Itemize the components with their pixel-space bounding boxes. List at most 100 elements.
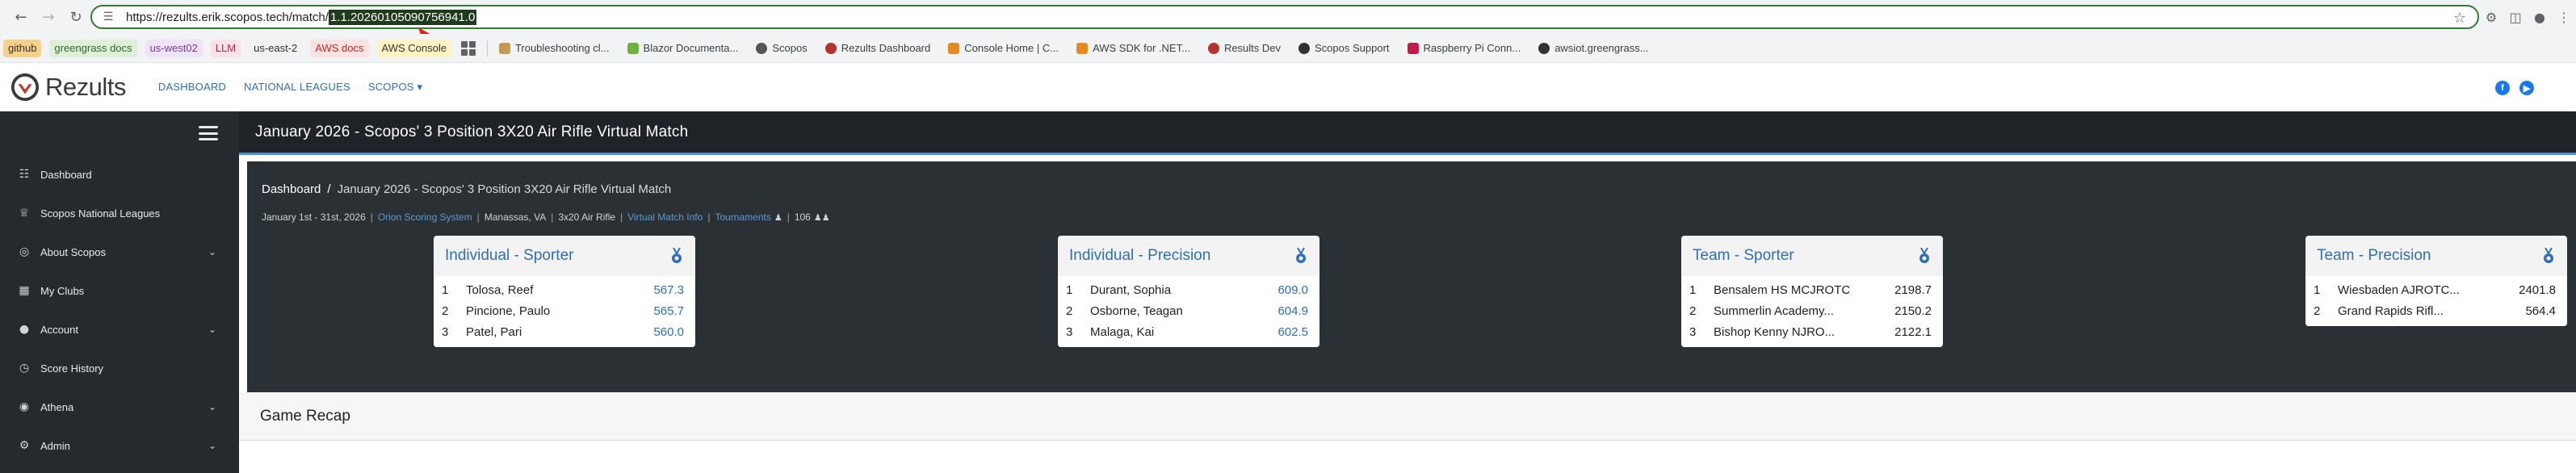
bookmark-chip-aws-console[interactable]: AWS Console [376,39,451,57]
score[interactable]: 560.0 [632,325,695,339]
bookmark-link[interactable]: Console Home | C... [948,42,1059,54]
score[interactable]: 609.0 [1257,283,1319,297]
bookmark-link-label: Console Home | C... [964,42,1059,54]
bookmark-link[interactable]: awsiot.greengrass... [1538,42,1649,54]
leaderboard-row[interactable]: 1 Wiesbaden AJROTC... 2401.8 [2305,279,2567,300]
address-bar[interactable]: ☰ https://rezults.erik.scopos.tech/match… [90,5,2479,29]
card-title[interactable]: Team - Sporter [1693,247,1794,265]
bookmark-chip-greengrass-docs[interactable]: greengrass docs [49,39,137,57]
card-title[interactable]: Team - Precision [2317,247,2431,265]
leaderboard-row[interactable]: 3 Malaga, Kai 602.5 [1058,321,1319,342]
leaderboard-row[interactable]: 1 Durant, Sophia 609.0 [1058,279,1319,300]
leaderboard-row[interactable]: 2 Summerlin Academy... 2150.2 [1681,300,1943,321]
score: 564.4 [2525,303,2556,318]
bookmark-link[interactable]: Results Dev [1207,42,1282,54]
hamburger-menu-icon[interactable] [199,126,218,140]
chevron-down-icon: ⌄ [208,401,216,412]
url-prefix: https://rezults.erik.scopos.tech/match/ [126,10,329,24]
sidebar-item-athena[interactable]: ◉ Athena ⌄ [0,387,239,426]
rank: 1 [1066,283,1073,297]
bookmark-link[interactable]: Scopos Support [1298,42,1390,54]
extensions-icon[interactable]: ⚙ [2479,5,2503,29]
nav-dashboard[interactable]: DASHBOARD [158,81,226,94]
score[interactable]: 565.7 [632,304,695,318]
favicon-icon [1207,42,1219,54]
card-title[interactable]: Individual - Sporter [445,247,573,265]
bookmark-link[interactable]: AWS SDK for .NET... [1076,42,1190,54]
card-header: Individual - Sporter [434,236,695,276]
score[interactable]: 567.3 [632,283,695,297]
nav-national-leagues[interactable]: NATIONAL LEAGUES [244,81,350,94]
bookmark-chip-llm[interactable]: LLM [210,39,241,57]
leaderboard-card-team-sporter: Team - Sporter 1 Bensalem HS MCJROTC 2198.… [1681,236,1943,347]
favicon-icon [1407,42,1419,54]
bookmark-link[interactable]: Scopos [756,42,808,54]
bookmark-link-label: Results Dev [1223,42,1282,54]
card-body: 1 Bensalem HS MCJROTC 2198.7 2 Summerlin Ac… [1681,276,1943,347]
sidepanel-icon[interactable]: ◫ [2503,5,2528,29]
rank: 3 [442,324,449,339]
rank: 2 [1066,303,1073,318]
url-text[interactable]: https://rezults.erik.scopos.tech/match/1… [126,9,477,25]
leaderboard-row[interactable]: 2 Grand Rapids Rifl... 564.4 [2305,300,2567,321]
apps-grid-icon[interactable] [460,40,476,56]
sidebar-item-about-scopos[interactable]: ◎ About Scopos ⌄ [0,232,239,271]
bookmark-star-icon[interactable]: ☆ [2453,10,2466,27]
sidebar-item-national-leagues[interactable]: ♕ Scopos National Leagues [0,194,239,232]
facebook-icon[interactable]: f [2495,81,2510,95]
sidebar-item-label: Athena [40,400,74,413]
leaderboard-row[interactable]: 1 Bensalem HS MCJROTC 2198.7 [1681,279,1943,300]
nav-scopos-dropdown[interactable]: SCOPOS ▾ [368,81,422,94]
leaderboard-row[interactable]: 2 Osborne, Teagan 604.9 [1058,300,1319,321]
sidebar-item-label: About Scopos [40,245,106,258]
browser-toolbar: ← → ↻ ☰ https://rezults.erik.scopos.tech… [0,0,2576,34]
sidebar-item-dashboard[interactable]: ☷ Dashboard [0,155,239,194]
rank: 1 [2314,283,2321,297]
breadcrumb-dashboard[interactable]: Dashboard [262,182,321,196]
bookmark-chip-aws-docs[interactable]: AWS docs [310,39,369,57]
match-dates: January 1st - 31st, 2026 [262,211,366,223]
score[interactable]: 602.5 [1257,325,1319,339]
profile-icon[interactable]: ● [2528,5,2552,29]
scoring-system-link[interactable]: Orion Scoring System [378,211,472,223]
favicon-icon [948,42,960,54]
bookmark-chip-us-east-2[interactable]: us-east-2 [249,39,303,57]
bookmark-chip-github[interactable]: github [3,39,42,57]
sidebar-item-score-history[interactable]: ◷ Score History [0,349,239,387]
chevron-down-icon: ⌄ [208,324,216,335]
site-info-icon[interactable]: ☰ [100,9,116,25]
bookmark-link-label: Blazor Documenta... [643,42,739,54]
leaderboard-row[interactable]: 2 Pincione, Paulo 565.7 [434,300,695,321]
bookmark-link[interactable]: Rezults Dashboard [824,42,930,54]
rank: 1 [1689,283,1697,297]
sidebar-item-my-clubs[interactable]: ▦ My Clubs [0,271,239,310]
sidebar-item-label: Account [40,323,78,336]
menu-icon[interactable]: ⋮ [2552,5,2576,29]
youtube-icon[interactable]: ▶ [2519,81,2534,95]
match-discipline: 3x20 Air Rifle [558,211,616,223]
virtual-match-info-link[interactable]: Virtual Match Info [627,211,703,223]
reload-icon[interactable]: ↻ [66,7,86,27]
card-title[interactable]: Individual - Precision [1069,247,1210,265]
match-summary-panel: Dashboard / January 2026 - Scopos' 3 Posit… [247,161,2576,392]
bookmark-link[interactable]: Blazor Documenta... [627,42,739,54]
user-icon: ● [19,323,30,336]
logo[interactable]: Rezults [10,72,126,103]
sidebar-item-label: Admin [40,439,70,452]
bookmark-chip-us-west02[interactable]: us-west02 [145,39,203,57]
bookmark-link[interactable]: Raspberry Pi Conn... [1407,42,1521,54]
chevron-down-icon: ⌄ [208,246,216,257]
tournaments-link[interactable]: Tournaments [715,211,770,223]
breadcrumb: Dashboard / January 2026 - Scopos' 3 Posit… [262,182,671,196]
bookmark-link[interactable]: Troubleshooting cl... [498,42,610,54]
athlete-name: Tolosa, Reef [466,283,534,297]
rezults-logo-icon [10,73,40,102]
leaderboard-row[interactable]: 3 Patel, Pari 560.0 [434,321,695,342]
leaderboard-row[interactable]: 1 Tolosa, Reef 567.3 [434,279,695,300]
forward-icon[interactable]: → [39,7,58,27]
sidebar-item-account[interactable]: ● Account ⌄ [0,310,239,349]
back-icon[interactable]: ← [11,7,31,27]
score[interactable]: 604.9 [1257,304,1319,318]
leaderboard-row[interactable]: 3 Bishop Kenny NJRO... 2122.1 [1681,321,1943,342]
sidebar-item-admin[interactable]: ⚙ Admin ⌄ [0,426,239,465]
